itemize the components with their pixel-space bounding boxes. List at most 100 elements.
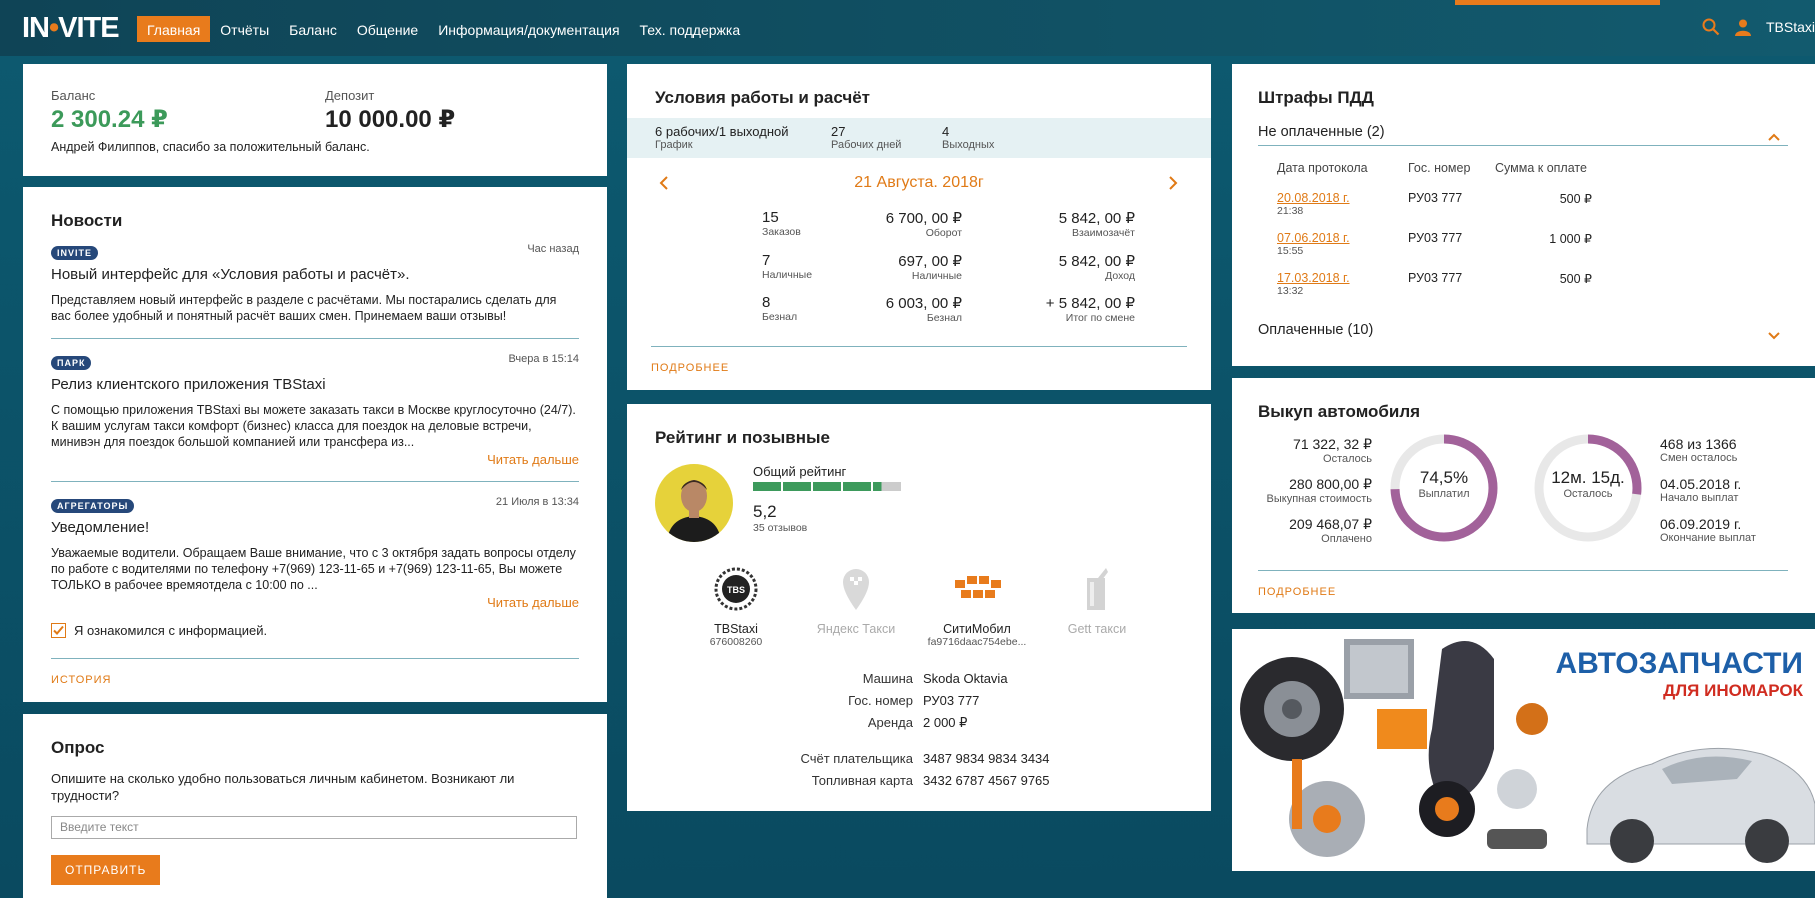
stat-label: Наличные	[911, 270, 962, 282]
fine-sum: 500 ₽	[1559, 192, 1592, 206]
poll-input[interactable]: Введите текст	[51, 816, 577, 839]
ring-label: Выплатил	[1418, 488, 1470, 500]
poll-card: Опрос Опишите на сколько удобно пользова…	[23, 714, 607, 898]
fine-time: 13:32	[1277, 285, 1304, 297]
ring-value: 74,5%	[1419, 468, 1469, 487]
news-item-text: Уважаемые водители. Обращаем Ваше вниман…	[51, 546, 576, 592]
detail-value: 3487 9834 9834 3434	[923, 751, 1050, 766]
read-more-link[interactable]: Читать дальше	[51, 595, 579, 610]
ack-checkbox[interactable]	[51, 623, 66, 638]
news-item: INVITE Час назад Новый интерфейс для «Ус…	[51, 243, 579, 324]
service-name: Яндекс Такси	[816, 622, 896, 636]
auto-parts-banner[interactable]: АВТОЗАПЧАСТИ ДЛЯ ИНОМАРОК	[1232, 629, 1815, 871]
schedule-value: 6 рабочих/1 выходной	[655, 124, 789, 139]
divider	[651, 346, 1187, 347]
user-name[interactable]: TBStaxi	[1766, 19, 1815, 35]
col-sum: Сумма к оплате	[1495, 161, 1587, 175]
nav-reports[interactable]: Отчёты	[210, 16, 279, 42]
work-days-value: 27	[831, 124, 846, 139]
gett-taxi-icon	[1087, 568, 1108, 610]
service-id: fa9716daac754ebe...	[927, 636, 1027, 648]
news-item: ПАРК Вчера в 15:14 Релиз клиентского при…	[51, 353, 579, 467]
reviews-count: 35 отзывов	[753, 522, 808, 534]
service-yandex[interactable]: Яндекс Такси	[796, 566, 916, 636]
buyout-label: Выкупная стоимость	[1266, 493, 1372, 505]
detail-key: Гос. номер	[848, 693, 913, 708]
chevron-right-icon[interactable]	[1168, 176, 1178, 195]
stat-turnover: 6 700, 00 ₽ Оборот	[847, 209, 962, 239]
stat-label: Безнал	[762, 311, 798, 323]
detail-value: 2 000 ₽	[923, 715, 968, 730]
news-badge: ПАРК	[51, 356, 92, 370]
rating-title: Рейтинг и позывные	[655, 428, 830, 447]
col-plate: Гос. номер	[1408, 161, 1471, 175]
news-time: 21 Июля в 13:34	[495, 496, 579, 508]
user-icon[interactable]	[1734, 18, 1752, 36]
deposit-value: 10 000.00 ₽	[325, 106, 456, 133]
news-card: Новости INVITE Час назад Новый интерфейс…	[23, 187, 607, 702]
poll-question: Опишите на сколько удобно пользоваться л…	[51, 771, 515, 803]
conditions-more-link[interactable]: ПОДРОБНЕЕ	[651, 362, 729, 374]
service-name: TBStaxi	[714, 622, 758, 636]
buyout-value: 71 322, 32 ₽	[1293, 436, 1372, 452]
stat-value: + 5 842, 00 ₽	[1045, 295, 1135, 312]
divider	[1258, 570, 1788, 571]
submit-button[interactable]: ОТПРАВИТЬ	[51, 855, 161, 885]
chevron-up-icon[interactable]	[1768, 128, 1780, 146]
stat-value: 15	[762, 209, 779, 226]
rating-bar	[753, 482, 901, 491]
buyout-remaining: 71 322, 32 ₽ Осталось	[1232, 436, 1372, 465]
unpaid-fines-toggle[interactable]: Не оплаченные (2)	[1258, 124, 1385, 140]
shifts-remaining: 468 из 1366 Смен осталось	[1660, 436, 1737, 464]
car-buyout-card: Выкуп автомобиля 71 322, 32 ₽ Осталось 2…	[1232, 378, 1815, 613]
rating-score: 5,2	[753, 502, 777, 521]
avatar[interactable]	[655, 464, 733, 542]
chevron-down-icon[interactable]	[1768, 327, 1780, 345]
nav-support[interactable]: Тех. поддержка	[630, 16, 751, 42]
buyout-value: 280 800,00 ₽	[1289, 476, 1372, 492]
invite-logo[interactable]: IN•VITE	[22, 12, 120, 45]
divider	[51, 481, 579, 482]
paid-ring-label: 74,5% Выплатил	[1388, 468, 1500, 500]
table-row: 17.03.2018 г. 13:32 РУ03 777 500 ₽	[1277, 271, 1777, 297]
news-item-text: С помощью приложения TBStaxi вы можете з…	[51, 403, 576, 449]
fine-plate: РУ03 777	[1408, 191, 1463, 205]
news-item-title[interactable]: Уведомление!	[51, 519, 579, 536]
checkmark-icon	[53, 625, 64, 635]
news-item-text: Представляем новый интерфейс в разделе с…	[51, 293, 557, 323]
balance-value: 2 300.24 ₽	[51, 106, 168, 133]
stat-shift-total: + 5 842, 00 ₽ Итог по смене	[997, 294, 1135, 324]
fine-time: 15:55	[1277, 245, 1304, 257]
service-tbstaxi[interactable]: TBS TBStaxi 676008260	[676, 566, 796, 648]
buyout-more-link[interactable]: ПОДРОБНЕЕ	[1258, 586, 1336, 598]
conditions-title: Условия работы и расчёт	[655, 88, 871, 107]
buyout-value: 06.09.2019 г.	[1660, 516, 1742, 532]
stat-cashless-orders: 8 Безнал	[762, 294, 797, 323]
paid-fines-toggle[interactable]: Оплаченные (10)	[1258, 322, 1373, 338]
news-item-title[interactable]: Релиз клиентского приложения TBStaxi	[51, 376, 579, 393]
nav-home[interactable]: Главная	[137, 16, 211, 42]
days-off-value: 4	[942, 124, 950, 139]
news-item-title[interactable]: Новый интерфейс для «Условия работы и ра…	[51, 266, 579, 283]
rating-card: Рейтинг и позывные Общий рейтинг 5,2 35 …	[627, 404, 1211, 811]
ack-label[interactable]: Я ознакомился с информацией.	[74, 623, 267, 638]
news-badge: АГРЕГАТОРЫ	[51, 499, 135, 513]
service-gett[interactable]: Gett такси	[1037, 566, 1157, 636]
stat-label: Оборот	[925, 227, 962, 239]
buyout-label: Оплачено	[1321, 533, 1372, 545]
service-name: СитиМобил	[943, 622, 1011, 636]
service-citymobil[interactable]: СитиМобил fa9716daac754ebe...	[917, 566, 1037, 648]
history-link[interactable]: ИСТОРИЯ	[51, 674, 111, 686]
search-icon[interactable]	[1702, 18, 1720, 36]
nav-communication[interactable]: Общение	[347, 16, 428, 42]
nav-documentation[interactable]: Информация/документация	[428, 16, 629, 42]
buyout-value: 209 468,07 ₽	[1289, 516, 1372, 532]
stat-offset: 5 842, 00 ₽ Взаимозачёт	[997, 209, 1135, 239]
news-time: Вчера в 15:14	[508, 353, 579, 365]
citymobil-icon	[955, 576, 1001, 598]
fine-plate: РУ03 777	[1408, 271, 1463, 285]
read-more-link[interactable]: Читать дальше	[51, 452, 579, 467]
schedule-strip: 6 рабочих/1 выходной График 27 Рабочих д…	[627, 118, 1211, 158]
nav-balance[interactable]: Баланс	[279, 16, 347, 42]
top-right-controls: TBStaxi	[1702, 18, 1815, 36]
